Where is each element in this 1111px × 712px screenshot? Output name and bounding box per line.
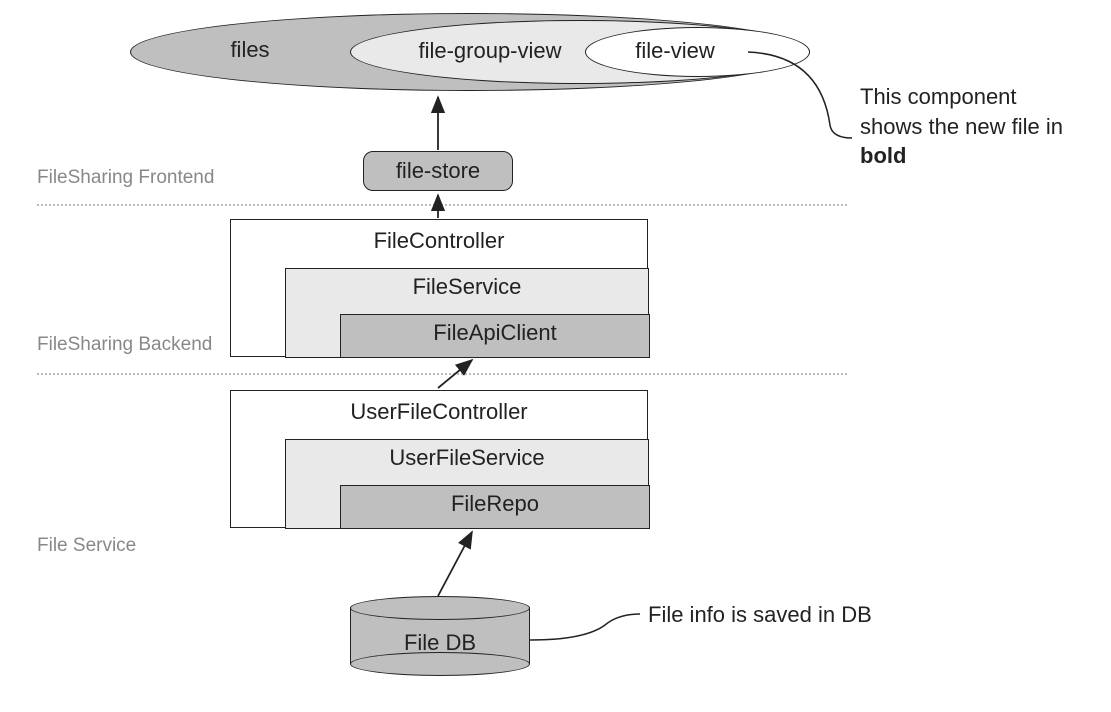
- file-db-cylinder: File DB: [350, 596, 530, 676]
- divider-frontend: [37, 204, 847, 206]
- file-store: file-store: [363, 151, 513, 191]
- user-file-controller-label: UserFileController: [231, 391, 647, 433]
- file-service-box: FileService FileApiClient: [285, 268, 649, 358]
- fileservice-controller-box: UserFileController UserFileService FileR…: [230, 390, 648, 528]
- file-api-client-box: FileApiClient: [340, 314, 650, 358]
- backend-controller-box: FileController FileService FileApiClient: [230, 219, 648, 357]
- annotation-db: File info is saved in DB: [648, 600, 948, 630]
- annotation-file-view-bold: bold: [860, 143, 906, 168]
- label-files: files: [200, 37, 300, 63]
- section-label-frontend: FileSharing Frontend: [37, 167, 214, 189]
- label-file-view: file-view: [615, 38, 735, 64]
- divider-backend: [37, 373, 847, 375]
- file-service-label: FileService: [286, 269, 648, 300]
- user-file-service-label: UserFileService: [286, 440, 648, 471]
- file-api-client-label: FileApiClient: [341, 315, 649, 346]
- annotation-file-view-text: This component shows the new file in: [860, 84, 1063, 139]
- section-label-backend: FileSharing Backend: [37, 334, 212, 356]
- label-file-group-view: file-group-view: [400, 38, 580, 64]
- user-file-service-box: UserFileService FileRepo: [285, 439, 649, 529]
- diagram-stage: FileSharing Frontend FileSharing Backend…: [0, 0, 1111, 712]
- file-repo-box: FileRepo: [340, 485, 650, 529]
- file-controller-label: FileController: [231, 220, 647, 262]
- annotation-file-view: This component shows the new file in bol…: [860, 82, 1080, 171]
- section-label-fileservice: File Service: [37, 535, 136, 557]
- file-db-label: File DB: [350, 630, 530, 656]
- file-repo-label: FileRepo: [341, 486, 649, 517]
